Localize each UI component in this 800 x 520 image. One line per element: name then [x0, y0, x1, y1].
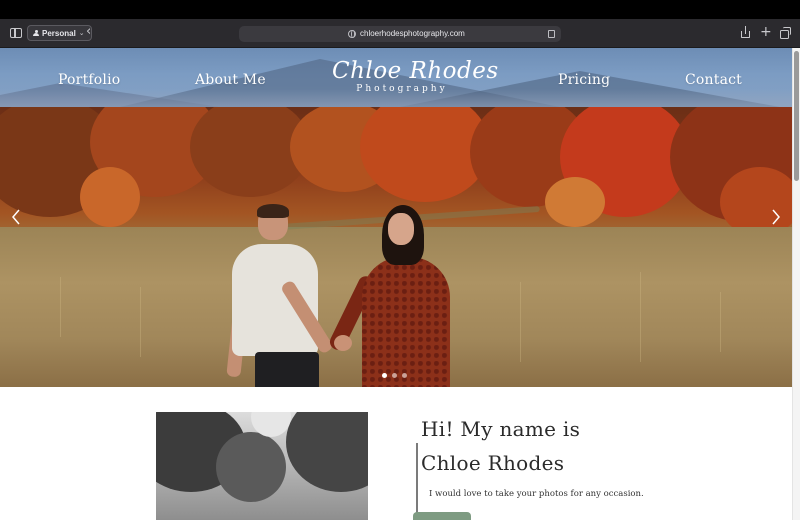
reader-icon[interactable] [548, 30, 555, 38]
address-bar[interactable]: chloerhodesphotography.com [239, 26, 561, 42]
slide-dot[interactable] [402, 373, 407, 378]
chevron-down-icon: ⌄ [78, 30, 85, 37]
globe-icon [348, 30, 356, 38]
logo-name: Chloe Rhodes [332, 58, 499, 84]
browser-toolbar: Personal ⌄ ‹ chloerhodesphotography.com … [0, 19, 800, 48]
grass-blade [60, 277, 61, 337]
url-text: chloerhodesphotography.com [360, 29, 465, 38]
nav-about[interactable]: About Me [195, 72, 266, 88]
woman-face [388, 213, 414, 245]
grass-blade [140, 287, 141, 357]
share-icon[interactable] [741, 26, 750, 38]
holding-hands [334, 335, 352, 351]
nav-portfolio[interactable]: Portfolio [58, 72, 120, 88]
nav-pricing[interactable]: Pricing [558, 72, 610, 88]
grass-blade [720, 292, 721, 352]
grass-blade [520, 282, 521, 362]
person-icon [33, 29, 39, 37]
slide-indicators [382, 373, 407, 378]
hero-slideshow [0, 107, 792, 387]
new-tab-icon[interactable]: + [760, 25, 774, 39]
back-arrow-icon[interactable]: ‹ [86, 25, 100, 39]
woman-dress [362, 257, 450, 387]
tree-shape [216, 432, 286, 502]
top-strip [0, 0, 800, 19]
about-accent-bar [416, 443, 418, 513]
scrollbar-thumb[interactable] [794, 51, 799, 181]
prev-slide-arrow-icon[interactable] [4, 205, 28, 229]
nav-contact[interactable]: Contact [685, 72, 742, 88]
about-photo [156, 412, 368, 520]
about-heading: Hi! My name is Chloe Rhodes [421, 417, 581, 475]
logo-subtitle: Photography [356, 84, 448, 94]
tab-overview-icon[interactable] [780, 27, 791, 39]
slide-dot[interactable] [382, 373, 387, 378]
grass-blade [640, 272, 641, 362]
tree-shape [286, 412, 368, 492]
next-slide-arrow-icon[interactable] [764, 205, 788, 229]
profile-label: Personal [42, 28, 76, 38]
man-pants [255, 352, 319, 387]
page-scrollbar[interactable] [792, 48, 800, 520]
profile-button[interactable]: Personal ⌄ [27, 25, 92, 41]
site-logo[interactable]: Chloe Rhodes Photography [332, 58, 499, 104]
tree-shape [80, 167, 140, 227]
man-hair [257, 204, 289, 218]
about-button[interactable] [413, 512, 471, 520]
tree-shape [545, 177, 605, 227]
site-header: Portfolio About Me Chloe Rhodes Photogra… [0, 48, 792, 107]
about-text: I would love to take your photos for any… [429, 489, 644, 499]
slide-dot[interactable] [392, 373, 397, 378]
sidebar-toggle-icon[interactable] [10, 28, 22, 38]
